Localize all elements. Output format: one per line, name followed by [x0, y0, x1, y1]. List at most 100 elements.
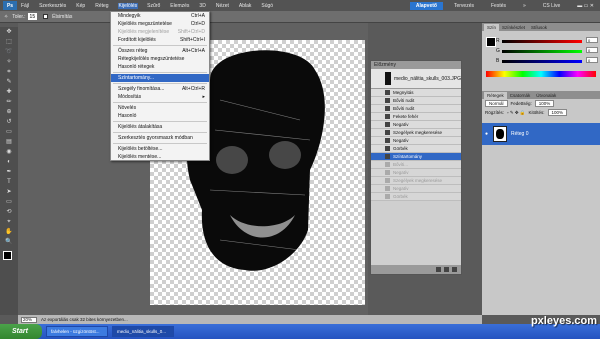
- select-menu-item[interactable]: Fordított kijelölés Shift+Ctrl+I: [111, 36, 209, 44]
- eye-icon[interactable]: ●: [485, 131, 491, 137]
- select-menu-item[interactable]: Hasonló rétegek: [111, 63, 209, 71]
- history-state-row[interactable]: Bővíti...: [371, 161, 461, 169]
- history-state-row[interactable]: Negatív: [371, 121, 461, 129]
- workspace-3[interactable]: »: [517, 2, 532, 10]
- select-menu-item[interactable]: Mindegyik Ctrl+A: [111, 12, 209, 20]
- pen-tool-icon[interactable]: ✒: [5, 168, 14, 177]
- color-tab-1[interactable]: Színkészlet: [499, 24, 528, 31]
- history-state-row[interactable]: Görbék: [371, 193, 461, 201]
- menu-8[interactable]: Nézet: [215, 3, 230, 9]
- history-state-row[interactable]: Színtartomány: [371, 153, 461, 161]
- history-state-row[interactable]: Szegélyek megkeresése: [371, 129, 461, 137]
- history-state-row[interactable]: Negatív: [371, 185, 461, 193]
- new-snapshot-icon[interactable]: [444, 267, 449, 272]
- dodge-tool-icon[interactable]: ◐: [5, 158, 14, 167]
- history-state-row[interactable]: Megnyitás: [371, 89, 461, 97]
- window-controls[interactable]: ▬ ▭ ✕: [571, 2, 600, 10]
- magic-wand-tool-icon[interactable]: ✧: [5, 58, 14, 67]
- select-menu-item[interactable]: Kijelölés betöltése...: [111, 145, 209, 153]
- select-menu-item[interactable]: Színtartomány...: [111, 74, 209, 82]
- foreground-color-swatch[interactable]: [486, 37, 496, 47]
- shape-tool-icon[interactable]: ▭: [5, 198, 14, 207]
- history-snapshot[interactable]: medio_nälitia_skulls_003.JPG: [371, 69, 461, 89]
- magic-wand-tool-icon[interactable]: ✧: [4, 14, 8, 20]
- select-menu-item[interactable]: Kijelölés megjelenítése Shift+Ctrl+D: [111, 28, 209, 36]
- blend-mode-select[interactable]: Normál: [485, 100, 508, 107]
- 3d-rotate-tool-icon[interactable]: ⟲: [5, 208, 14, 217]
- cs-live-button[interactable]: CS Live: [537, 2, 567, 10]
- healing-tool-icon[interactable]: ✚: [5, 88, 14, 97]
- menu-2[interactable]: Kép: [75, 3, 86, 9]
- color-spectrum-bar[interactable]: [486, 71, 596, 77]
- antialias-checkbox[interactable]: [43, 14, 49, 19]
- select-menu-item[interactable]: Hasonló: [111, 112, 209, 120]
- stamp-tool-icon[interactable]: ⊕: [5, 108, 14, 117]
- workspace-0[interactable]: Alapvető: [409, 1, 443, 10]
- history-state-row[interactable]: Görbék: [371, 145, 461, 153]
- trash-icon[interactable]: [452, 267, 457, 272]
- layer-row[interactable]: ● Réteg 0: [482, 123, 600, 145]
- menu-1[interactable]: Szerkesztés: [38, 3, 67, 9]
- color-tab-0[interactable]: Szín: [484, 24, 500, 31]
- foreground-swatch[interactable]: [3, 251, 12, 260]
- layer-name[interactable]: Réteg 0: [511, 131, 529, 137]
- path-select-tool-icon[interactable]: ➤: [5, 188, 14, 197]
- history-state-row[interactable]: Szegélyek megkeresése: [371, 177, 461, 185]
- color-tab-2[interactable]: Stílusok: [528, 24, 550, 31]
- menu-10[interactable]: Súgó: [260, 3, 274, 9]
- menu-3[interactable]: Réteg: [94, 3, 109, 9]
- blur-tool-icon[interactable]: ◉: [5, 148, 14, 157]
- menu-0[interactable]: Fájl: [20, 3, 30, 9]
- green-slider[interactable]: G0: [496, 47, 598, 54]
- crop-tool-icon[interactable]: ⌗: [5, 68, 14, 77]
- hand-tool-icon[interactable]: ✋: [5, 228, 14, 237]
- taskbar-task[interactable]: medio_nälitia_skulls_0...: [112, 326, 174, 337]
- taskbar-task[interactable]: falvhelen - üzgizöntöst...: [46, 326, 108, 337]
- layers-tab-0[interactable]: Rétegek: [484, 92, 507, 99]
- workspace-2[interactable]: Festés: [485, 2, 512, 10]
- select-menu-item[interactable]: Módosítás ▸: [111, 93, 209, 101]
- menu-9[interactable]: Ablak: [238, 3, 253, 9]
- select-menu-item[interactable]: Szegély finomítása... Alt+Ctrl+R: [111, 85, 209, 93]
- menu-6[interactable]: Elemzés: [169, 3, 190, 9]
- select-menu-item[interactable]: Szerkesztés gyorsmaszk módban: [111, 134, 209, 142]
- select-menu-item[interactable]: Növelés: [111, 104, 209, 112]
- history-brush-tool-icon[interactable]: ↺: [5, 118, 14, 127]
- move-tool-icon[interactable]: ✥: [5, 28, 14, 37]
- select-menu-item[interactable]: Összes réteg Alt+Ctrl+A: [111, 47, 209, 55]
- layers-tab-2[interactable]: Útvonalak: [533, 92, 559, 99]
- history-state-row[interactable]: Bővíti rudit: [371, 97, 461, 105]
- select-menu-item[interactable]: Rétegkijelölés megszüntetése: [111, 55, 209, 63]
- layers-tab-1[interactable]: Csatornák: [507, 92, 534, 99]
- menu-7[interactable]: 3D: [198, 3, 206, 9]
- brush-tool-icon[interactable]: ✏: [5, 98, 14, 107]
- select-menu-item[interactable]: Kijelölés átalakítása: [111, 123, 209, 131]
- history-state-row[interactable]: Negatív: [371, 169, 461, 177]
- menu-4[interactable]: Kijelölés: [117, 2, 139, 9]
- eraser-tool-icon[interactable]: ▭: [5, 128, 14, 137]
- history-state-row[interactable]: Negatív: [371, 137, 461, 145]
- select-menu-item[interactable]: Kijelölés megszüntetése Ctrl+D: [111, 20, 209, 28]
- blue-slider[interactable]: B0: [496, 57, 598, 64]
- opacity-input[interactable]: 100%: [534, 100, 555, 107]
- tolerance-input[interactable]: 15: [27, 13, 38, 20]
- zoom-input[interactable]: 20%: [21, 316, 37, 323]
- zoom-tool-icon[interactable]: 🔍: [5, 238, 14, 247]
- fill-label: Kitöltés:: [528, 110, 545, 115]
- history-state-row[interactable]: Bővíti rudit: [371, 105, 461, 113]
- gradient-tool-icon[interactable]: ▤: [5, 138, 14, 147]
- marquee-tool-icon[interactable]: ⬚: [5, 38, 14, 47]
- fill-input[interactable]: 100%: [547, 109, 568, 116]
- lock-icons[interactable]: ▫ ✎ ✥ 🔒: [507, 110, 526, 116]
- lasso-tool-icon[interactable]: ➰: [5, 48, 14, 57]
- history-state-row[interactable]: Fekete fehér: [371, 113, 461, 121]
- select-menu-item[interactable]: Kijelölés mentése...: [111, 153, 209, 161]
- 3d-camera-tool-icon[interactable]: ⌖: [5, 218, 14, 227]
- menu-5[interactable]: Szűrő: [146, 3, 161, 9]
- red-slider[interactable]: R0: [496, 37, 598, 44]
- type-tool-icon[interactable]: T: [5, 178, 14, 187]
- eyedropper-tool-icon[interactable]: ✎: [5, 78, 14, 87]
- workspace-1[interactable]: Tervezés: [448, 2, 480, 10]
- start-button[interactable]: Start: [0, 324, 42, 339]
- new-document-icon[interactable]: [436, 267, 441, 272]
